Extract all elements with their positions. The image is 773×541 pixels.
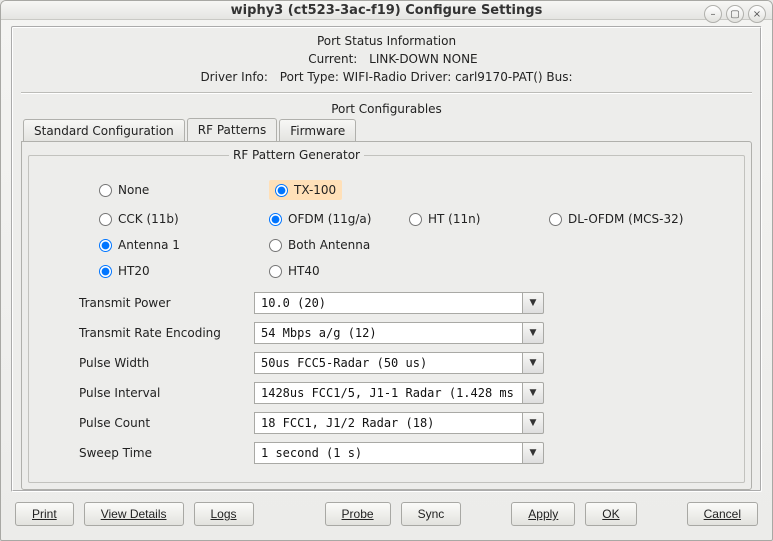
status-heading: Port Status Information: [21, 32, 752, 50]
radio-ht-label: HT (11n): [428, 212, 480, 226]
rf-pattern-generator-group: RF Pattern Generator None TX-100: [28, 148, 745, 483]
radio-ofdm-label: OFDM (11g/a): [288, 212, 371, 226]
param-sweep-time: Sweep Time ▼: [79, 438, 724, 468]
print-button[interactable]: Print: [15, 502, 74, 526]
radio-antenna1-input[interactable]: [99, 239, 112, 252]
status-driver-label: Driver Info:: [200, 70, 276, 84]
status-current-label: Current:: [295, 52, 365, 66]
configurables-heading: Port Configurables: [21, 100, 752, 118]
radio-ht-input[interactable]: [409, 213, 422, 226]
pulse-count-input[interactable]: [254, 412, 522, 434]
radio-dlofdm-label: DL-OFDM (MCS-32): [568, 212, 683, 226]
content-area: Port Status Information Current: LINK-DO…: [1, 20, 772, 540]
pulse-interval-input[interactable]: [254, 382, 522, 404]
sweep-time-label: Sweep Time: [79, 446, 254, 460]
chevron-down-icon[interactable]: ▼: [522, 292, 544, 314]
ok-button[interactable]: OK: [585, 502, 636, 526]
status-driver-value: Port Type: WIFI-Radio Driver: carl9170-P…: [280, 70, 573, 84]
sweep-time-input[interactable]: [254, 442, 522, 464]
radio-ht40[interactable]: HT40: [269, 264, 724, 278]
radio-ht40-input[interactable]: [269, 265, 282, 278]
apply-button[interactable]: Apply: [511, 502, 575, 526]
radio-row-mode: None TX-100: [99, 174, 724, 206]
pulse-width-combo[interactable]: ▼: [254, 352, 544, 374]
radio-antenna1-label: Antenna 1: [118, 238, 180, 252]
status-driver-row: Driver Info: Port Type: WIFI-Radio Drive…: [21, 68, 752, 86]
radio-tx100-label: TX-100: [294, 183, 336, 197]
window: wiphy3 (ct523-3ac-f19) Configure Setting…: [0, 0, 773, 541]
chevron-down-icon[interactable]: ▼: [522, 412, 544, 434]
cancel-button[interactable]: Cancel: [687, 502, 758, 526]
radio-none-label: None: [118, 183, 149, 197]
inner-panel: Port Status Information Current: LINK-DO…: [11, 26, 762, 492]
pulse-count-combo[interactable]: ▼: [254, 412, 544, 434]
param-pulse-width: Pulse Width ▼: [79, 348, 724, 378]
pulse-count-label: Pulse Count: [79, 416, 254, 430]
radio-dlofdm-input[interactable]: [549, 213, 562, 226]
radio-antenna1[interactable]: Antenna 1: [99, 238, 269, 252]
radio-row-antenna: Antenna 1 Both Antenna: [99, 232, 724, 258]
button-bar: Print View Details Logs Probe Sync Apply…: [11, 492, 762, 530]
radio-both-antenna[interactable]: Both Antenna: [269, 238, 724, 252]
chevron-down-icon[interactable]: ▼: [522, 322, 544, 344]
chevron-down-icon[interactable]: ▼: [522, 382, 544, 404]
radio-ofdm-input[interactable]: [269, 213, 282, 226]
radio-tx100[interactable]: TX-100: [269, 180, 342, 200]
chevron-down-icon[interactable]: ▼: [522, 352, 544, 374]
radio-ht20-label: HT20: [118, 264, 150, 278]
radio-tx100-input[interactable]: [275, 184, 288, 197]
param-pulse-count: Pulse Count ▼: [79, 408, 724, 438]
pulse-width-input[interactable]: [254, 352, 522, 374]
radio-cck-label: CCK (11b): [118, 212, 179, 226]
param-pulse-interval: Pulse Interval ▼: [79, 378, 724, 408]
tab-standard-configuration[interactable]: Standard Configuration: [23, 119, 185, 142]
pulse-interval-combo[interactable]: ▼: [254, 382, 544, 404]
pulse-interval-label: Pulse Interval: [79, 386, 254, 400]
radio-ht[interactable]: HT (11n): [409, 212, 549, 226]
logs-button[interactable]: Logs: [194, 502, 254, 526]
titlebar: wiphy3 (ct523-3ac-f19) Configure Setting…: [1, 1, 772, 20]
radio-ht20[interactable]: HT20: [99, 264, 269, 278]
transmit-power-label: Transmit Power: [79, 296, 254, 310]
radio-row-width: HT20 HT40: [99, 258, 724, 284]
status-current-row: Current: LINK-DOWN NONE: [21, 50, 752, 68]
param-rate-encoding: Transmit Rate Encoding ▼: [79, 318, 724, 348]
status-current-value: LINK-DOWN NONE: [369, 52, 477, 66]
pulse-width-label: Pulse Width: [79, 356, 254, 370]
tab-rf-patterns[interactable]: RF Patterns: [187, 118, 277, 142]
chevron-down-icon[interactable]: ▼: [522, 442, 544, 464]
tabs-bar: Standard Configuration RF Patterns Firmw…: [21, 118, 752, 142]
radio-ht20-input[interactable]: [99, 265, 112, 278]
sweep-time-combo[interactable]: ▼: [254, 442, 544, 464]
radio-ofdm[interactable]: OFDM (11g/a): [269, 212, 409, 226]
sync-button[interactable]: Sync: [401, 502, 462, 526]
radio-row-modulation: CCK (11b) OFDM (11g/a) HT (11n) DL-: [99, 206, 724, 232]
generator-legend: RF Pattern Generator: [229, 148, 364, 162]
view-details-button[interactable]: View Details: [84, 502, 184, 526]
transmit-power-input[interactable]: [254, 292, 522, 314]
rate-encoding-label: Transmit Rate Encoding: [79, 326, 254, 340]
radio-none[interactable]: None: [99, 183, 269, 197]
radio-cck[interactable]: CCK (11b): [99, 212, 269, 226]
tab-page-rf-patterns: RF Pattern Generator None TX-100: [21, 141, 752, 490]
rate-encoding-combo[interactable]: ▼: [254, 322, 544, 344]
radio-both-antenna-input[interactable]: [269, 239, 282, 252]
radio-both-antenna-label: Both Antenna: [288, 238, 370, 252]
rate-encoding-input[interactable]: [254, 322, 522, 344]
separator: [21, 92, 752, 94]
probe-button[interactable]: Probe: [325, 502, 391, 526]
param-transmit-power: Transmit Power ▼: [79, 288, 724, 318]
radio-ht40-label: HT40: [288, 264, 320, 278]
radio-dlofdm[interactable]: DL-OFDM (MCS-32): [549, 212, 724, 226]
radio-none-input[interactable]: [99, 184, 112, 197]
radio-cck-input[interactable]: [99, 213, 112, 226]
window-title: wiphy3 (ct523-3ac-f19) Configure Setting…: [231, 3, 543, 18]
tab-firmware[interactable]: Firmware: [279, 119, 356, 142]
transmit-power-combo[interactable]: ▼: [254, 292, 544, 314]
